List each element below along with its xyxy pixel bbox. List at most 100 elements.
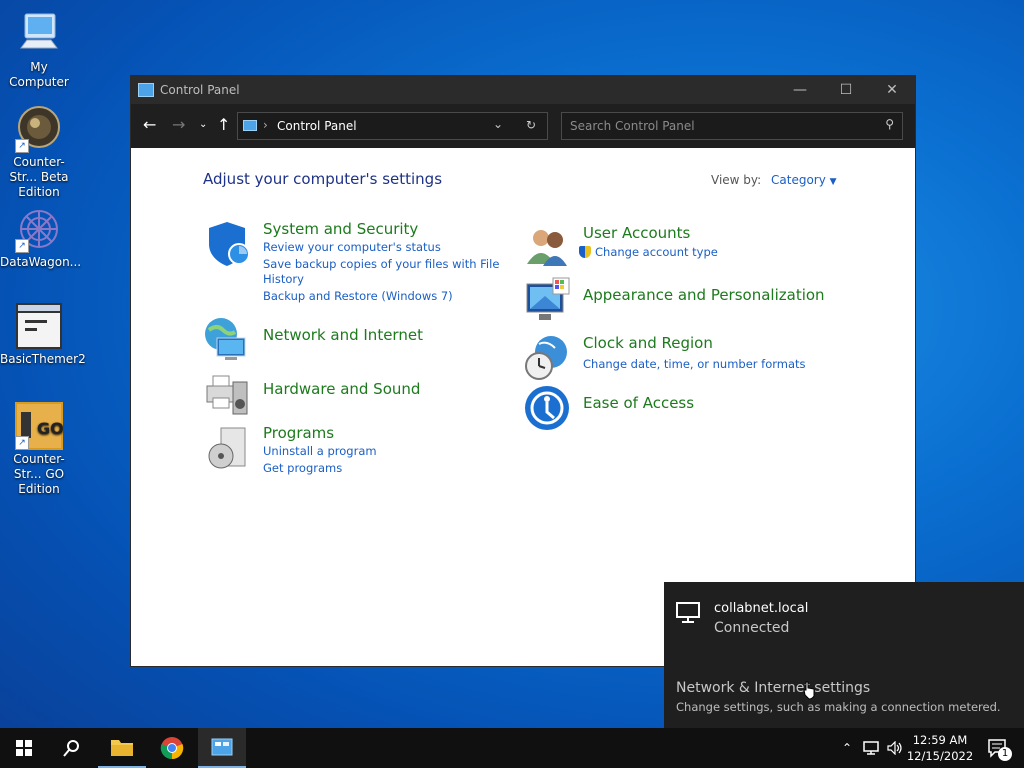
network-connection-item[interactable]: collabnet.local Connected [664, 592, 1024, 642]
dropdown-arrow-icon: ▼ [829, 177, 837, 187]
counter-strike-icon: ↗ [15, 105, 63, 153]
minimize-button[interactable]: — [777, 76, 823, 104]
chrome-icon [160, 737, 184, 760]
start-button[interactable] [0, 728, 48, 768]
users-icon [523, 224, 571, 272]
taskbar-control-panel[interactable] [198, 728, 246, 768]
link-save-backup-history[interactable]: History [263, 272, 304, 286]
ethernet-icon [863, 741, 879, 755]
shortcut-arrow-icon: ↗ [15, 436, 29, 450]
category-title[interactable]: Programs [263, 424, 334, 442]
refresh-icon[interactable]: ↻ [526, 118, 536, 132]
category-title[interactable]: Ease of Access [583, 394, 694, 412]
window-title: Control Panel [160, 83, 240, 97]
search-icon [63, 740, 79, 757]
ethernet-icon [676, 602, 702, 628]
mouse-cursor-icon [802, 680, 816, 704]
maximize-button[interactable]: ☐ [823, 76, 869, 104]
network-settings-desc: Change settings, such as making a connec… [676, 700, 1001, 714]
view-by-label: View by: [711, 173, 762, 187]
network-status: Connected [714, 620, 790, 636]
recent-locations-chevron-icon[interactable]: ⌄ [199, 114, 207, 136]
shortcut-arrow-icon: ↗ [15, 239, 29, 253]
desktop-icon-datawagon[interactable]: ↗ DataWagon... [0, 205, 82, 270]
network-flyout: collabnet.local Connected Network & Inte… [664, 582, 1024, 728]
desktop-icon-basicthemer2[interactable]: BasicThemer2 [0, 302, 86, 367]
view-by-value: Category [771, 173, 826, 187]
category-title[interactable]: Network and Internet [263, 326, 423, 344]
link-change-date-time[interactable]: Change date, time, or number formats [583, 357, 806, 371]
desktop-icon-my-computer[interactable]: My Computer [0, 10, 78, 90]
page-title: Adjust your computer's settings [203, 170, 443, 188]
control-panel-icon [138, 83, 154, 97]
show-hidden-icons-chevron-icon[interactable]: ⌃ [838, 728, 856, 768]
desktop-icon-counter-strike-beta[interactable]: ↗ Counter-Str... Beta Edition [0, 105, 78, 200]
address-toolbar: ← → ⌄ ↑ › Control Panel ⌄ ↻ Search Contr… [131, 104, 915, 148]
link-get-programs[interactable]: Get programs [263, 461, 342, 475]
desktop-icon-label: Counter-Str... GO Edition [13, 452, 65, 496]
control-panel-icon [243, 120, 257, 131]
up-button[interactable]: ↑ [217, 114, 230, 136]
speaker-icon [887, 741, 902, 755]
control-panel-window: Control Panel — ☐ ✕ ← → ⌄ ↑ › Control Pa… [130, 75, 916, 667]
search-placeholder: Search Control Panel [570, 119, 695, 133]
taskbar-file-explorer[interactable] [98, 728, 146, 768]
back-button[interactable]: ← [143, 114, 156, 136]
link-uninstall-program[interactable]: Uninstall a program [263, 444, 377, 458]
view-by: View by: Category ▼ [711, 173, 837, 187]
category-title[interactable]: User Accounts [583, 224, 690, 242]
link-change-account-type[interactable]: Change account type [579, 245, 718, 259]
window-titlebar[interactable]: Control Panel — ☐ ✕ [131, 76, 915, 104]
uac-shield-icon [579, 246, 591, 258]
breadcrumb-control-panel[interactable]: Control Panel [277, 119, 357, 133]
datawagon-icon: ↗ [15, 205, 63, 253]
clock-globe-icon [523, 334, 571, 382]
desktop-icon-counter-strike-go[interactable]: GO ↗ Counter-Str... GO Edition [0, 402, 78, 497]
address-bar[interactable]: › Control Panel ⌄ ↻ [237, 112, 548, 140]
forward-button[interactable]: → [172, 114, 185, 136]
notification-count-badge: 1 [998, 747, 1012, 761]
network-tray-button[interactable] [860, 728, 882, 768]
csgo-icon: GO ↗ [15, 402, 64, 450]
category-title[interactable]: Appearance and Personalization [583, 286, 825, 304]
taskbar-chrome[interactable] [148, 728, 196, 768]
clock-date: 12/15/2022 [906, 749, 974, 763]
view-by-dropdown[interactable]: Category ▼ [771, 173, 837, 187]
link-change-account-type-label: Change account type [595, 245, 718, 259]
close-button[interactable]: ✕ [869, 76, 915, 104]
shield-icon [203, 220, 251, 268]
svg-text:GO: GO [37, 419, 63, 438]
category-title[interactable]: System and Security [263, 220, 418, 238]
link-save-backup[interactable]: Save backup copies of your files with Fi… [263, 257, 499, 271]
desktop-icon-label: DataWagon... [0, 255, 82, 269]
category-title[interactable]: Clock and Region [583, 334, 713, 352]
network-settings-link[interactable]: Network & Internet settings Change setti… [676, 680, 1016, 720]
clock-button[interactable]: 12:59 AM 12/15/2022 [906, 728, 974, 768]
link-backup-restore[interactable]: Backup and Restore (Windows 7) [263, 289, 453, 303]
search-button[interactable] [48, 728, 96, 768]
ease-of-access-icon [523, 384, 571, 432]
desktop-icon-label: My Computer [9, 60, 69, 89]
breadcrumb-separator-icon: › [263, 118, 268, 132]
windows-logo-icon [16, 740, 32, 756]
network-globe-icon [203, 316, 251, 364]
control-panel-icon [211, 738, 233, 756]
search-icon[interactable]: ⚲ [885, 117, 894, 131]
volume-tray-button[interactable] [884, 728, 906, 768]
action-center-button[interactable]: 1 [978, 728, 1018, 768]
desktop-icon-label: Counter-Str... Beta Edition [9, 155, 69, 199]
printer-speaker-icon [203, 370, 251, 418]
application-window-icon [15, 302, 63, 350]
folder-icon [111, 740, 133, 756]
category-title[interactable]: Hardware and Sound [263, 380, 420, 398]
search-input[interactable]: Search Control Panel ⚲ [561, 112, 903, 140]
link-review-status[interactable]: Review your computer's status [263, 240, 441, 254]
network-settings-title: Network & Internet settings [676, 680, 871, 696]
desktop-icon-label: BasicThemer2 [0, 352, 86, 366]
appearance-monitor-icon [523, 276, 571, 324]
taskbar: ⌃ 12:59 AM 12/15/2022 1 [0, 728, 1024, 768]
shortcut-arrow-icon: ↗ [15, 139, 29, 153]
computer-icon [15, 10, 63, 58]
address-dropdown-icon[interactable]: ⌄ [493, 117, 503, 131]
programs-disc-icon [203, 424, 251, 472]
